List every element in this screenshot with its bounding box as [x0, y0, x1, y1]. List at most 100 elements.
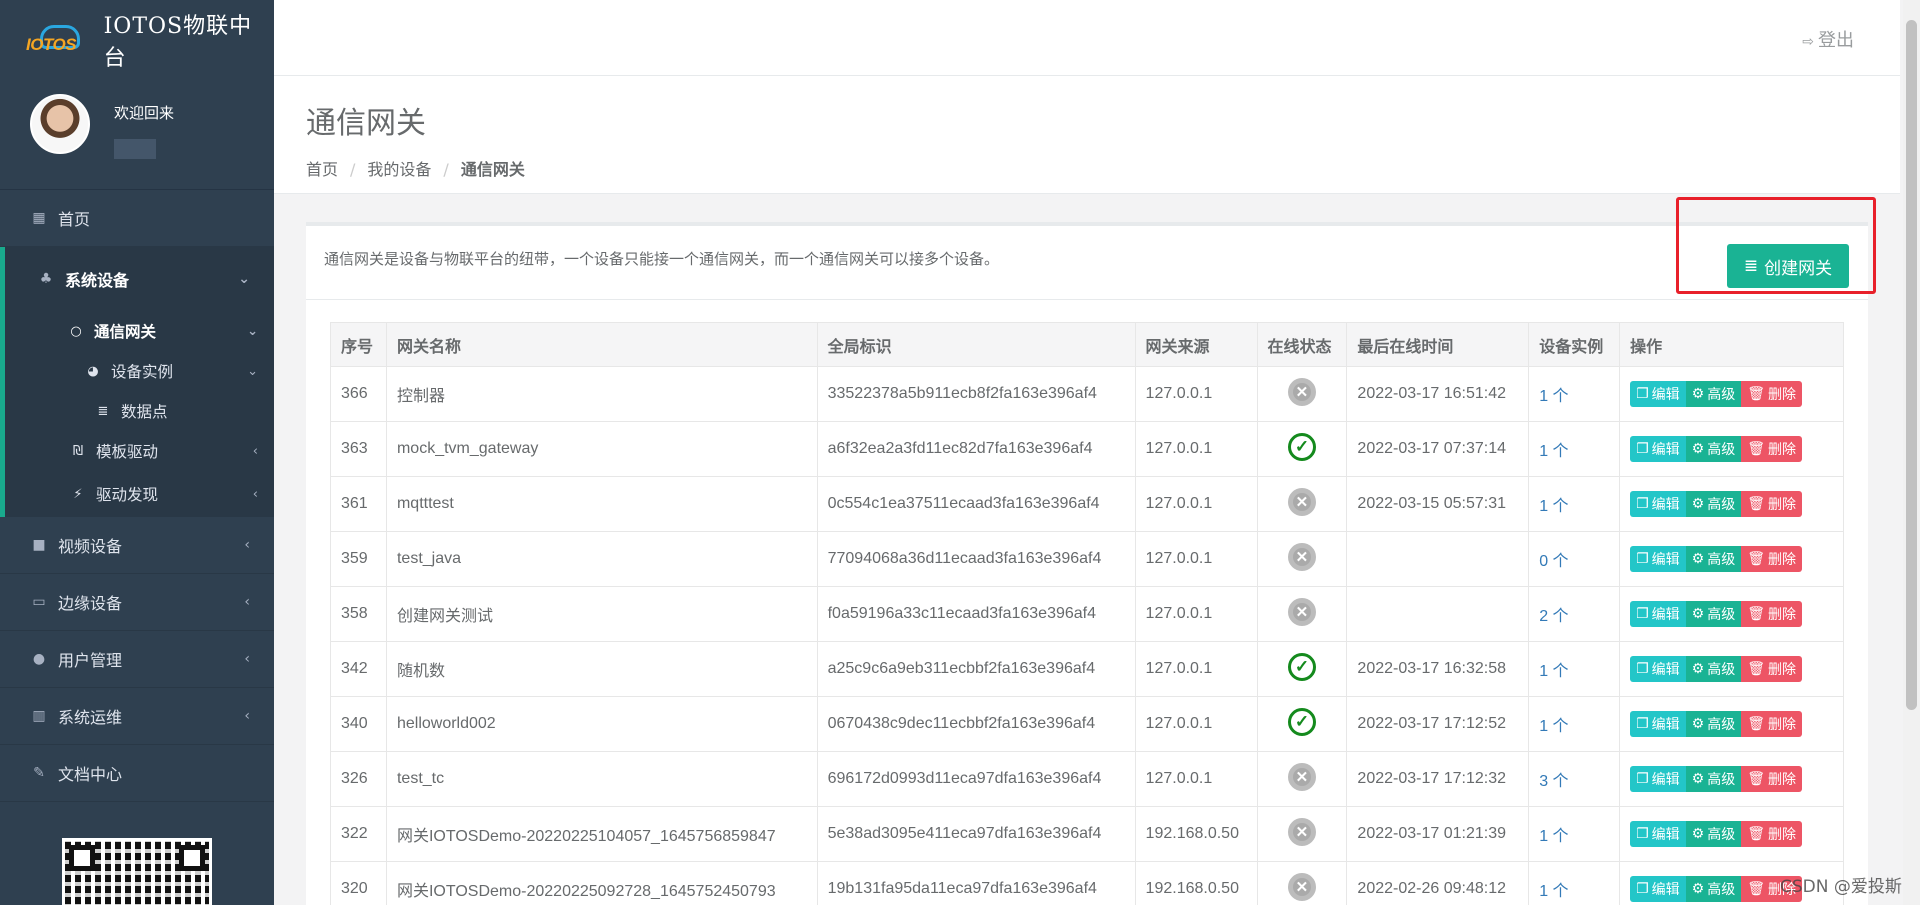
database-icon: ≣ [1743, 256, 1759, 275]
col-name[interactable]: 网关名称 [385, 322, 818, 367]
delete-button[interactable]: 🗑 删除 [1741, 766, 1802, 792]
sidebar-item-gateway[interactable]: ○ 通信网关 ⌄ [5, 311, 274, 351]
chevron-left-icon: ‹ [244, 537, 250, 553]
copy-icon: ❐ [1636, 496, 1649, 512]
sidebar-item-user-mgmt[interactable]: ● 用户管理 ‹ [0, 631, 274, 688]
instances-link[interactable]: 1 个 [1539, 498, 1568, 515]
trash-icon: 🗑 [1747, 386, 1765, 402]
cell-source: 127.0.0.1 [1134, 696, 1258, 752]
edit-button[interactable]: ❐ 编辑 [1630, 601, 1686, 627]
create-gateway-button[interactable]: ≣ 创建网关 [1727, 244, 1849, 288]
instances-link[interactable]: 0 个 [1539, 553, 1568, 570]
edit-button[interactable]: ❐ 编辑 [1630, 546, 1686, 572]
cell-id: 363 [330, 421, 387, 477]
gears-icon: ⚙ [1691, 496, 1705, 512]
delete-button[interactable]: 🗑 删除 [1741, 656, 1802, 682]
instances-link[interactable]: 1 个 [1539, 883, 1568, 900]
sidebar-item-docs[interactable]: ✎ 文档中心 [0, 745, 274, 802]
copy-icon: ❐ [1636, 551, 1649, 567]
delete-button[interactable]: 🗑 删除 [1741, 436, 1802, 462]
copy-icon: ❐ [1636, 826, 1649, 842]
sidebar-item-edge-devices[interactable]: ▭ 边缘设备 ‹ [0, 574, 274, 631]
edit-icon: ✎ [33, 765, 45, 781]
col-status[interactable]: 在线状态 [1256, 322, 1348, 367]
chevron-down-icon: ⌄ [238, 271, 250, 287]
breadcrumb-my-devices[interactable]: 我的设备 [367, 160, 431, 179]
edit-button[interactable]: ❐ 编辑 [1630, 876, 1686, 902]
instances-link[interactable]: 1 个 [1539, 718, 1568, 735]
cell-name: 网关IOTOSDemo-20220225104057_1645756859847 [385, 806, 818, 862]
delete-button[interactable]: 🗑 删除 [1741, 491, 1802, 517]
copy-icon: ❐ [1636, 606, 1649, 622]
cell-uid: 77094068a36d11ecaad3fa163e396af4 [816, 531, 1136, 587]
advanced-button[interactable]: ⚙ 高级 [1685, 876, 1742, 902]
advanced-button[interactable]: ⚙ 高级 [1685, 491, 1742, 517]
instances-link[interactable]: 1 个 [1539, 828, 1568, 845]
sidebar-item-driver-discovery[interactable]: ⚡ 驱动发现 ‹ [5, 471, 274, 517]
instances-link[interactable]: 1 个 [1539, 663, 1568, 680]
delete-button[interactable]: 🗑 删除 [1741, 546, 1802, 572]
gateway-table: 序号 网关名称 全局标识 网关来源 在线状态 最后在线时间 设备实例 操作 36… [330, 322, 1844, 905]
col-last-online[interactable]: 最后在线时间 [1346, 322, 1530, 367]
cell-uid: f0a59196a33c11ecaad3fa163e396af4 [816, 586, 1136, 642]
col-id[interactable]: 序号 [330, 322, 387, 367]
cell-instances: 1 个 [1528, 806, 1621, 862]
col-instances[interactable]: 设备实例 [1528, 322, 1621, 367]
welcome-block: 欢迎回来 [114, 102, 174, 189]
instances-link[interactable]: 1 个 [1539, 443, 1568, 460]
trash-icon: 🗑 [1747, 551, 1765, 567]
delete-button[interactable]: 🗑 删除 [1741, 381, 1802, 407]
cell-name: 随机数 [385, 641, 818, 697]
cell-instances: 1 个 [1528, 421, 1621, 477]
trash-icon: 🗑 [1747, 771, 1765, 787]
edit-button[interactable]: ❐ 编辑 [1630, 766, 1686, 792]
sidebar-item-template-driver[interactable]: ₪ 模板驱动 ‹ [5, 431, 274, 471]
advanced-button[interactable]: ⚙ 高级 [1685, 381, 1742, 407]
scrollbar[interactable] [1903, 0, 1920, 905]
edit-button[interactable]: ❐ 编辑 [1630, 711, 1686, 737]
delete-button[interactable]: 🗑 删除 [1741, 711, 1802, 737]
advanced-button[interactable]: ⚙ 高级 [1685, 821, 1742, 847]
advanced-button[interactable]: ⚙ 高级 [1685, 436, 1742, 462]
sidebar-item-video-devices[interactable]: ■ 视频设备 ‹ [0, 517, 274, 574]
edit-button[interactable]: ❐ 编辑 [1630, 656, 1686, 682]
trash-icon: 🗑 [1747, 826, 1765, 842]
instances-link[interactable]: 1 个 [1539, 388, 1568, 405]
advanced-button[interactable]: ⚙ 高级 [1685, 546, 1742, 572]
trash-icon: 🗑 [1747, 496, 1765, 512]
logout-link[interactable]: ⇨ 登出 [1802, 26, 1854, 52]
edit-button[interactable]: ❐ 编辑 [1630, 821, 1686, 847]
sidebar: IOTOS IOTOS物联中台 欢迎回来 ▦ 首页 ♣ 系统设备 ⌄ ○ 通信网关 ⌄ ◕… [0, 0, 274, 905]
sidebar-item-ops[interactable]: ▥ 系统运维 ‹ [0, 688, 274, 745]
sidebar-item-home[interactable]: ▦ 首页 [0, 190, 274, 247]
col-source[interactable]: 网关来源 [1134, 322, 1258, 367]
gears-icon: ⚙ [1691, 661, 1705, 677]
instances-link[interactable]: 3 个 [1539, 773, 1568, 790]
online-check-icon [1287, 707, 1316, 736]
offline-x-icon [1287, 542, 1316, 571]
table-row: 340 helloworld002 0670438c9dec11ecbbf2fa16… [330, 696, 1844, 752]
breadcrumb-home[interactable]: 首页 [306, 160, 338, 179]
laptop-icon: ▭ [32, 594, 46, 610]
sidebar-item-system-devices[interactable]: ♣ 系统设备 ⌄ [5, 247, 274, 311]
video-camera-icon: ■ [32, 537, 46, 553]
cell-uid: 696172d0993d11eca97dfa163e396af4 [816, 751, 1136, 807]
edit-button[interactable]: ❐ 编辑 [1630, 381, 1686, 407]
instances-link[interactable]: 2 个 [1539, 608, 1568, 625]
advanced-button[interactable]: ⚙ 高级 [1685, 766, 1742, 792]
sidebar-item-device-instance[interactable]: ◕ 设备实例 ⌄ [5, 351, 274, 391]
copy-icon: ❐ [1636, 771, 1649, 787]
avatar[interactable] [30, 94, 90, 154]
delete-button[interactable]: 🗑 删除 [1741, 821, 1802, 847]
advanced-button[interactable]: ⚙ 高级 [1685, 711, 1742, 737]
sidebar-item-data-point[interactable]: ≣ 数据点 [5, 391, 274, 431]
edit-button[interactable]: ❐ 编辑 [1630, 436, 1686, 462]
delete-button[interactable]: 🗑 删除 [1741, 601, 1802, 627]
edit-button[interactable]: ❐ 编辑 [1630, 491, 1686, 517]
scrollbar-thumb[interactable] [1906, 20, 1917, 710]
advanced-button[interactable]: ⚙ 高级 [1685, 656, 1742, 682]
cell-id: 361 [330, 476, 387, 532]
col-uid[interactable]: 全局标识 [816, 322, 1136, 367]
cell-last-online [1346, 531, 1530, 587]
advanced-button[interactable]: ⚙ 高级 [1685, 601, 1742, 627]
